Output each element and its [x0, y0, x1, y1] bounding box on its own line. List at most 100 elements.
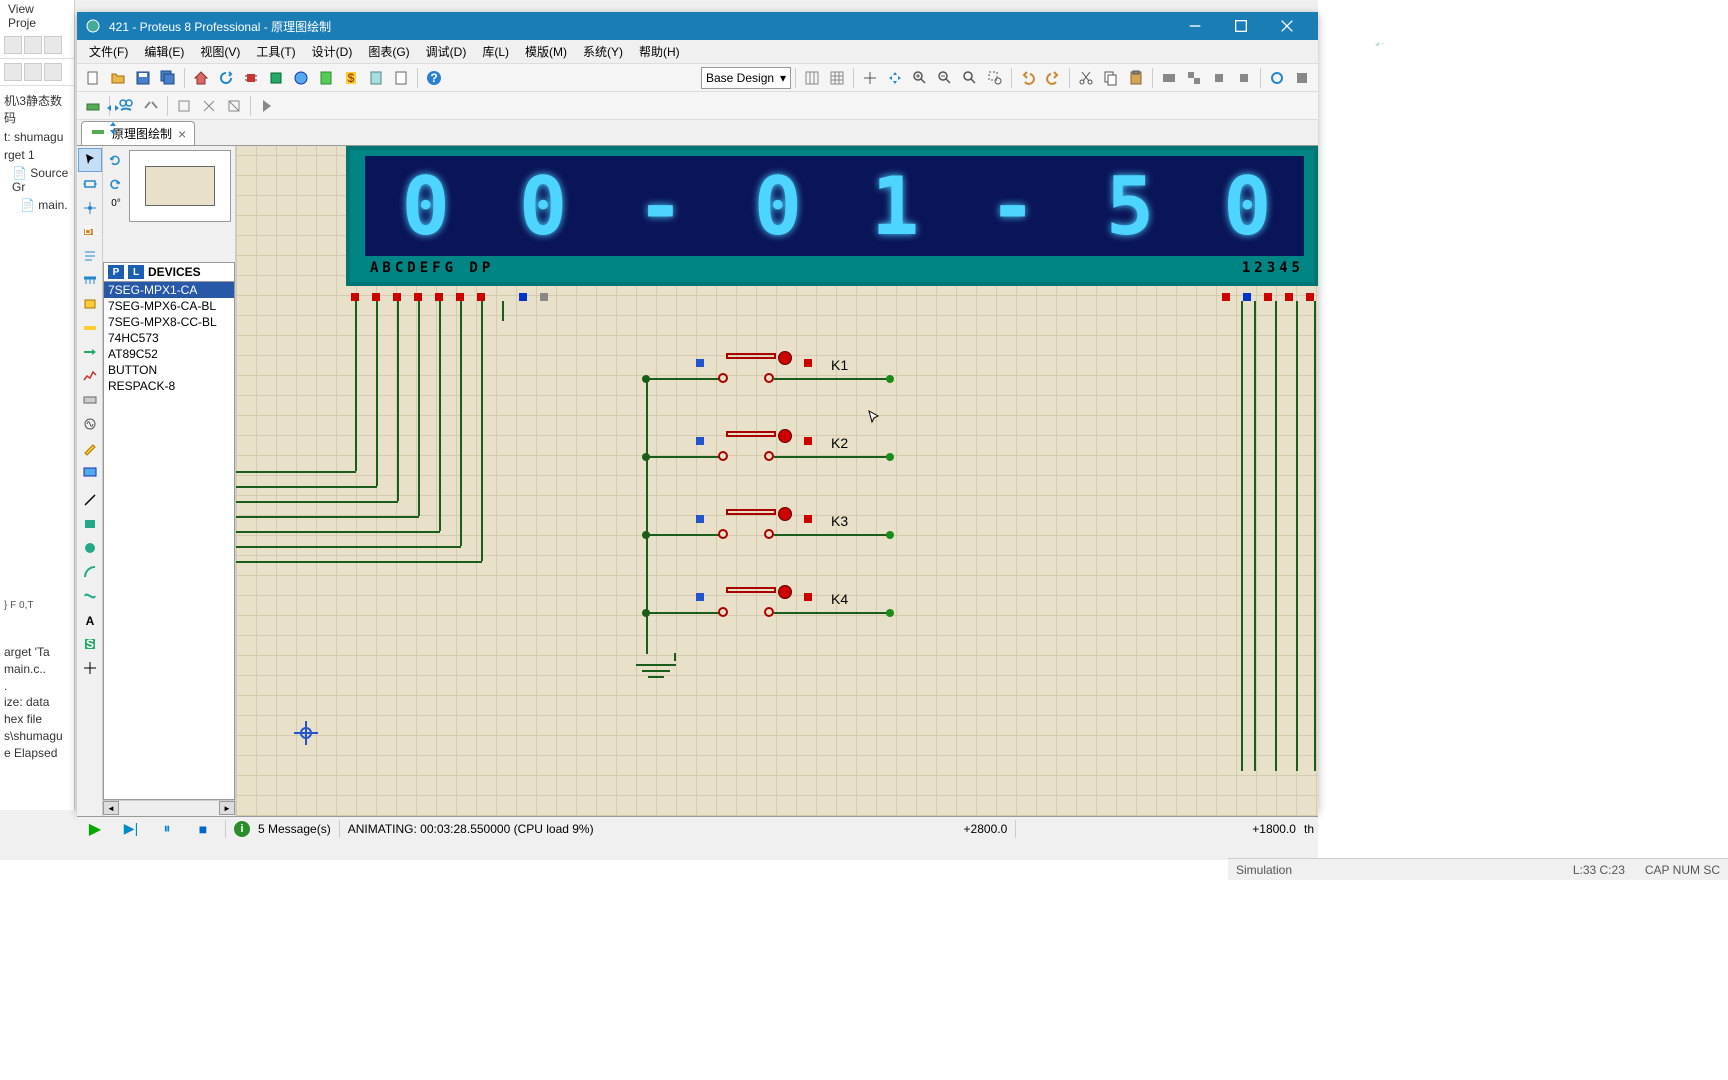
minimize-button[interactable] — [1172, 12, 1218, 40]
wire[interactable] — [236, 546, 461, 548]
make-device-button[interactable] — [172, 94, 196, 118]
device-item[interactable]: 7SEG-MPX6-CA-BL — [104, 298, 234, 314]
zoom-out-button[interactable] — [933, 66, 957, 90]
device-item[interactable]: AT89C52 — [104, 346, 234, 362]
bus-mode-button[interactable] — [78, 268, 102, 292]
path-button[interactable] — [78, 584, 102, 608]
device-item[interactable]: 7SEG-MPX8-CC-BL — [104, 314, 234, 330]
copy-button[interactable] — [1099, 66, 1123, 90]
wire[interactable] — [1275, 301, 1277, 771]
menu-system[interactable]: 系统(Y) — [575, 41, 631, 62]
menu-library[interactable]: 库(L) — [474, 41, 517, 62]
wire[interactable] — [1241, 301, 1243, 771]
devices-list[interactable]: 7SEG-MPX1-CA 7SEG-MPX6-CA-BL 7SEG-MPX8-C… — [103, 282, 235, 800]
pin-mode-button[interactable] — [78, 340, 102, 364]
wire[interactable] — [418, 301, 420, 516]
symbol-button[interactable]: S — [78, 632, 102, 656]
schematic-canvas[interactable]: 0 0 - 0 1 - 5 0 ABCDEFG DP 12345 — [236, 146, 1318, 816]
pan-button[interactable] — [883, 66, 907, 90]
rectangle-button[interactable] — [78, 512, 102, 536]
page-icon[interactable] — [364, 66, 388, 90]
wire[interactable] — [397, 301, 399, 501]
maximize-button[interactable] — [1218, 12, 1264, 40]
circle-button[interactable] — [78, 536, 102, 560]
menu-edit[interactable]: 编辑(E) — [136, 41, 192, 62]
help-button[interactable]: ? — [422, 66, 446, 90]
ground-symbol[interactable] — [636, 656, 676, 678]
overview-panel[interactable] — [129, 150, 231, 222]
seven-segment-display[interactable]: 0 0 - 0 1 - 5 0 ABCDEFG DP 12345 — [346, 146, 1318, 286]
redo-button[interactable] — [1041, 66, 1065, 90]
wire[interactable] — [236, 561, 482, 563]
menu-view[interactable]: 视图(V) — [192, 41, 248, 62]
button-k1[interactable]: K1 — [646, 351, 896, 391]
wire[interactable] — [460, 301, 462, 546]
wire[interactable] — [376, 301, 378, 486]
block-move-button[interactable] — [1182, 66, 1206, 90]
wire[interactable] — [1296, 301, 1298, 771]
dollar-icon[interactable]: $ — [339, 66, 363, 90]
wire[interactable] — [481, 301, 483, 561]
home-button[interactable] — [189, 66, 213, 90]
menu-chart[interactable]: 图表(G) — [360, 41, 417, 62]
pick-button[interactable] — [1265, 66, 1289, 90]
place-button[interactable] — [1290, 66, 1314, 90]
wire[interactable] — [236, 531, 440, 533]
report-icon[interactable] — [314, 66, 338, 90]
rotate-cw-button[interactable] — [105, 150, 125, 170]
text-button[interactable]: A — [78, 608, 102, 632]
probe-mode-button[interactable] — [78, 436, 102, 460]
tape-mode-button[interactable] — [78, 388, 102, 412]
package-tool-button[interactable] — [222, 94, 246, 118]
open-file-button[interactable] — [106, 66, 130, 90]
replace-button[interactable] — [139, 94, 163, 118]
pick-from-library-button[interactable]: P — [108, 265, 124, 279]
junction-mode-button[interactable] — [78, 196, 102, 220]
generator-mode-button[interactable] — [78, 412, 102, 436]
zoom-area-button[interactable] — [983, 66, 1007, 90]
close-button[interactable] — [1264, 12, 1310, 40]
3d-icon[interactable] — [289, 66, 313, 90]
menu-template[interactable]: 模版(M) — [517, 41, 575, 62]
block-copy-button[interactable] — [1157, 66, 1181, 90]
paste-button[interactable] — [1124, 66, 1148, 90]
wire[interactable] — [355, 301, 357, 471]
wire[interactable] — [1314, 301, 1316, 771]
terminal-mode-button[interactable] — [78, 316, 102, 340]
block-rotate-button[interactable] — [1207, 66, 1231, 90]
new-file-button[interactable] — [81, 66, 105, 90]
undo-button[interactable] — [1016, 66, 1040, 90]
library-manager-button[interactable]: L — [128, 265, 144, 279]
wire[interactable] — [236, 471, 356, 473]
compile-button[interactable] — [255, 94, 279, 118]
pcb-icon[interactable] — [264, 66, 288, 90]
label-mode-button[interactable]: LBL — [78, 220, 102, 244]
device-item[interactable]: 7SEG-MPX1-CA — [104, 282, 234, 298]
line-button[interactable] — [78, 488, 102, 512]
instrument-mode-button[interactable] — [78, 460, 102, 484]
menu-design[interactable]: 设计(D) — [304, 41, 361, 62]
save-all-button[interactable] — [156, 66, 180, 90]
zoom-fit-button[interactable] — [958, 66, 982, 90]
wire[interactable] — [236, 501, 398, 503]
titlebar[interactable]: 421 - Proteus 8 Professional - 原理图绘制 — [77, 12, 1318, 40]
graph-mode-button[interactable] — [78, 364, 102, 388]
menu-help[interactable]: 帮助(H) — [631, 41, 688, 62]
block-delete-button[interactable] — [1232, 66, 1256, 90]
doc-icon[interactable] — [389, 66, 413, 90]
button-k2[interactable]: K2 — [646, 429, 896, 469]
flip-vertical-button[interactable] — [105, 120, 125, 136]
menu-tools[interactable]: 工具(T) — [248, 41, 303, 62]
tab-close-button[interactable]: × — [178, 126, 186, 142]
list-scrollbar[interactable]: ◄► — [103, 800, 235, 816]
chip-icon[interactable] — [239, 66, 263, 90]
bg-menu-project[interactable]: Proje — [2, 12, 42, 34]
arc-button[interactable] — [78, 560, 102, 584]
grid-dots-button[interactable] — [825, 66, 849, 90]
wire[interactable] — [236, 486, 377, 488]
marker-button[interactable] — [78, 656, 102, 680]
decompose-button[interactable] — [197, 94, 221, 118]
subcircuit-mode-button[interactable] — [78, 292, 102, 316]
design-combo[interactable]: Base Design▾ — [701, 67, 791, 89]
menu-debug[interactable]: 调试(D) — [418, 41, 475, 62]
